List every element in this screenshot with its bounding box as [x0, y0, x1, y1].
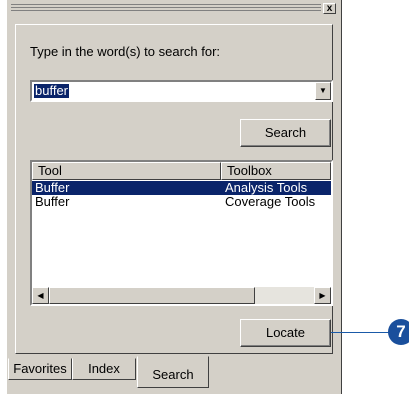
search-input-value[interactable]: buffer	[34, 84, 70, 98]
tool-name: Buffer	[35, 194, 70, 209]
titlebar-grip	[11, 7, 321, 8]
search-button[interactable]: Search	[240, 119, 331, 147]
panel-titlebar[interactable]: x	[7, 0, 343, 16]
titlebar-grip	[11, 10, 321, 11]
search-input[interactable]: buffer ▼	[30, 80, 333, 102]
callout-badge: 7	[388, 319, 409, 345]
arrow-left-icon[interactable]: ◀	[32, 287, 49, 304]
tab-bar: Favorites Index Search	[6, 356, 342, 394]
toolbox-name: Coverage Tools	[225, 194, 316, 209]
tab-search[interactable]: Search	[137, 356, 209, 388]
arrow-right-icon[interactable]: ▶	[314, 287, 331, 304]
search-prompt-label: Type in the word(s) to search for:	[30, 44, 221, 59]
list-item[interactable]: Buffer Coverage Tools	[32, 195, 331, 209]
tab-index[interactable]: Index	[72, 358, 136, 380]
toolbox-name: Analysis Tools	[225, 180, 308, 195]
titlebar-grip	[11, 4, 321, 5]
results-list[interactable]: Tool Toolbox Buffer Analysis Tools Buffe…	[30, 160, 333, 306]
scrollbar-thumb[interactable]	[49, 287, 255, 304]
horizontal-scrollbar[interactable]: ◀ ▶	[32, 287, 331, 304]
close-button[interactable]: x	[323, 3, 336, 14]
tab-favorites[interactable]: Favorites	[8, 358, 72, 380]
list-item[interactable]: Buffer Analysis Tools	[32, 181, 331, 195]
column-header-tool[interactable]: Tool	[32, 162, 221, 180]
locate-button[interactable]: Locate	[240, 319, 331, 347]
tool-name: Buffer	[35, 180, 70, 195]
column-header-toolbox[interactable]: Toolbox	[221, 162, 331, 180]
chevron-down-icon[interactable]: ▼	[315, 82, 331, 100]
callout-line	[331, 332, 391, 333]
